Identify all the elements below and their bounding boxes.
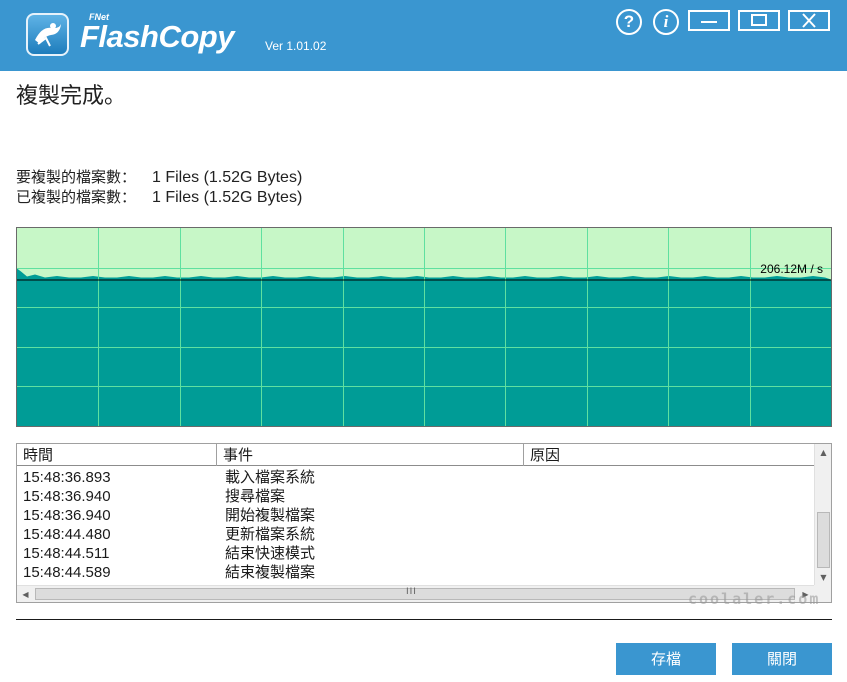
maximize-button[interactable]: [738, 10, 780, 31]
vertical-scroll-thumb[interactable]: [817, 512, 830, 568]
status-message: 複製完成。: [16, 84, 127, 109]
files-copied-label: 已複製的檔案數：: [16, 188, 137, 206]
version-label: Ver 1.01.02: [265, 39, 327, 53]
files-copied-value: 1 Files (1.52G Bytes): [152, 189, 303, 206]
log-event: 結束快速模式: [225, 544, 316, 562]
event-log-table[interactable]: 時間 事件 原因 15:48:36.893 載入檔案系統 15:48:36.940…: [16, 443, 832, 603]
column-header-reason[interactable]: 原因: [524, 444, 814, 466]
app-logo-icon: [26, 13, 69, 56]
column-header-event[interactable]: 事件: [217, 444, 524, 466]
log-time: 15:48:44.480: [23, 526, 111, 543]
log-event: 開始複製檔案: [225, 506, 316, 524]
log-event: 更新檔案系統: [225, 525, 316, 543]
scroll-up-icon[interactable]: ▲: [815, 444, 831, 461]
scroll-down-icon[interactable]: ▼: [815, 569, 831, 586]
close-button[interactable]: 關閉: [732, 643, 832, 675]
watermark: coolaler.com: [688, 590, 821, 608]
help-icon[interactable]: ?: [616, 9, 642, 35]
close-window-button[interactable]: [788, 10, 830, 31]
vertical-scrollbar[interactable]: ▲ ▼: [814, 444, 831, 586]
log-time: 15:48:36.940: [23, 507, 111, 524]
files-copied-row: 已複製的檔案數： 1 Files (1.52G Bytes): [16, 186, 302, 207]
column-header-time[interactable]: 時間: [17, 444, 217, 466]
info-icon[interactable]: i: [653, 9, 679, 35]
log-time: 15:48:44.589: [23, 564, 111, 581]
files-to-copy-row: 要複製的檔案數： 1 Files (1.52G Bytes): [16, 166, 302, 187]
minimize-button[interactable]: [688, 10, 730, 31]
scroll-grip-icon: III: [406, 587, 417, 597]
save-button[interactable]: 存檔: [616, 643, 716, 675]
log-event: 載入檔案系統: [225, 468, 316, 486]
speed-chart: 206.12M / s: [16, 227, 832, 427]
speed-chart-plot: [17, 228, 831, 426]
log-time: 15:48:36.893: [23, 469, 111, 486]
log-time: 15:48:36.940: [23, 488, 111, 505]
files-to-copy-label: 要複製的檔案數：: [16, 168, 137, 186]
files-to-copy-value: 1 Files (1.52G Bytes): [152, 169, 303, 186]
footer-divider: [16, 619, 832, 620]
title-bar: FNet FlashCopy Ver 1.01.02 ? i: [0, 0, 847, 71]
app-title: FlashCopy: [80, 19, 234, 54]
log-time: 15:48:44.511: [23, 545, 110, 562]
horizontal-scroll-thumb[interactable]: III: [35, 587, 795, 600]
log-header: 時間 事件 原因: [17, 444, 814, 466]
current-speed-label: 206.12M / s: [760, 262, 823, 276]
log-event: 搜尋檔案: [225, 487, 286, 505]
log-event: 結束複製檔案: [225, 563, 316, 581]
scroll-left-icon[interactable]: ◀: [17, 586, 34, 602]
